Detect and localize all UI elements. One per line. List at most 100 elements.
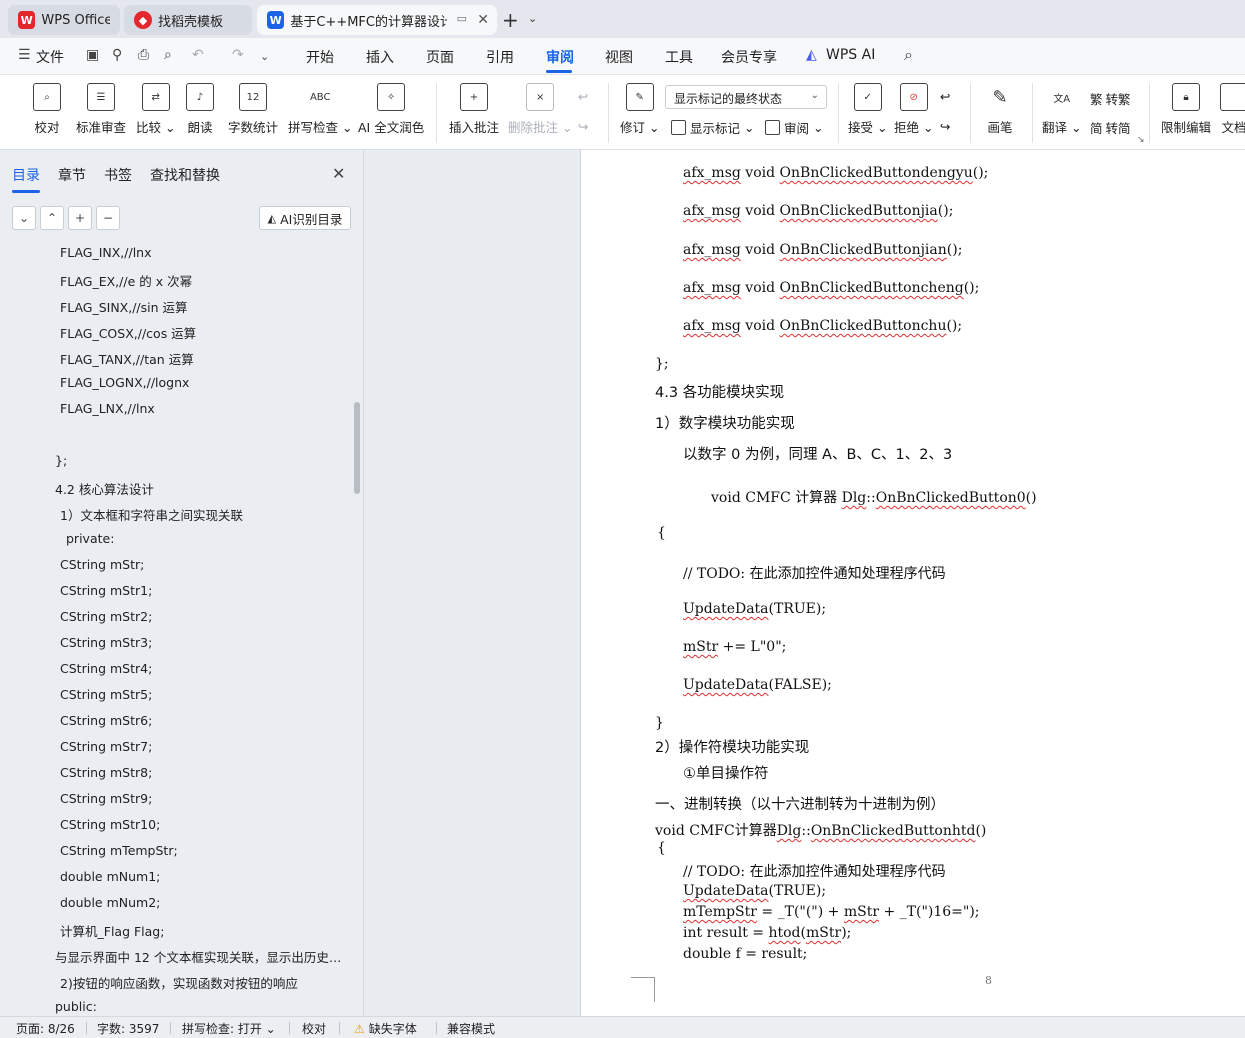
toc-item[interactable]: private: xyxy=(66,531,366,546)
menu-view[interactable]: 视图 xyxy=(605,47,633,67)
delete-comment-button[interactable]: × 删除批注 ⌄ xyxy=(508,83,572,136)
link-icon[interactable]: ⚲ xyxy=(112,47,122,63)
status-spell-check[interactable]: 拼写检查: 打开 ⌄ xyxy=(182,1020,276,1037)
ai-polish-button[interactable]: ✧ AI 全文润色 xyxy=(358,83,424,136)
tab-current-document[interactable]: W 基于C++MFC的计算器设计 ▭ ✕ xyxy=(257,5,497,35)
toc-item[interactable]: CString mStr3; xyxy=(60,635,360,650)
toc-item[interactable]: public: xyxy=(55,999,355,1014)
toc-item[interactable]: CString mStr2; xyxy=(60,609,360,624)
doc-code-line[interactable]: { xyxy=(657,525,666,541)
doc-code-line[interactable]: mStr += L"0"; xyxy=(683,639,786,655)
toc-item[interactable]: 与显示界面中 12 个文本框实现关联，显示出历史记... xyxy=(55,947,343,966)
toc-item[interactable]: CString mStr1; xyxy=(60,583,360,598)
proof-button[interactable]: ⌕ 校对 xyxy=(33,83,61,136)
toc-item[interactable]: FLAG_EX,//e 的 x 次幂 xyxy=(60,271,360,290)
translate-button[interactable]: 文A 翻译 ⌄ xyxy=(1042,83,1081,136)
doc-heading[interactable]: 一、进制转换（以十六进制转为十进制为例） xyxy=(655,793,945,814)
to-simplified-button[interactable]: 简转简 xyxy=(1090,118,1131,137)
insert-comment-button[interactable]: + 插入批注 xyxy=(449,83,499,136)
doc-code-line[interactable]: afx_msg void OnBnClickedButtonjian(); xyxy=(683,242,962,258)
chevron-down-icon[interactable]: ⌄ xyxy=(528,12,537,25)
toc-item[interactable]: CString mStr; xyxy=(60,557,360,572)
status-page[interactable]: 页面: 8/26 xyxy=(16,1020,75,1037)
ink-pen-button[interactable]: ✎ 画笔 xyxy=(986,83,1014,136)
toc-item[interactable]: CString mStr8; xyxy=(60,765,360,780)
toc-item[interactable]: CString mStr4; xyxy=(60,661,360,676)
to-traditional-button[interactable]: 繁转繁 xyxy=(1090,89,1131,108)
toc-item[interactable]: FLAG_COSX,//cos 运算 xyxy=(60,323,360,342)
review-pane-button[interactable]: 审阅 ⌄ xyxy=(765,118,823,137)
doc-code-line[interactable]: afx_msg void OnBnClickedButtonchu(); xyxy=(683,318,962,334)
doc-code-line[interactable]: }; xyxy=(655,356,669,372)
restrict-edit-button[interactable]: 🔒︎ 限制编辑 xyxy=(1161,83,1211,136)
monitor-icon[interactable]: ▭ xyxy=(457,12,467,25)
doc-heading[interactable]: 1）数字模块功能实现 xyxy=(655,412,795,433)
toc-item[interactable]: CString mTempStr; xyxy=(60,843,360,858)
markup-mode-select[interactable]: 显示标记的最终状态 ⌄ xyxy=(665,85,827,109)
nav-scrollbar[interactable] xyxy=(354,402,360,494)
toc-item[interactable]: CString mStr7; xyxy=(60,739,360,754)
menu-review[interactable]: 审阅 xyxy=(546,47,574,67)
toc-item[interactable]: FLAG_LNX,//lnx xyxy=(60,401,360,416)
toc-item[interactable]: CString mStr9; xyxy=(60,791,360,806)
doc-code-line[interactable]: void CMFC计算器Dlg::OnBnClickedButtonhtd() xyxy=(655,820,986,840)
reject-button[interactable]: ⊘ 拒绝 ⌄ xyxy=(894,83,933,136)
standard-review-button[interactable]: ☰ 标准审查 xyxy=(76,83,126,136)
toc-item[interactable]: FLAG_SINX,//sin 运算 xyxy=(60,297,360,316)
toc-item[interactable]: double mNum2; xyxy=(60,895,360,910)
prev-change-icon[interactable]: ↩ xyxy=(940,89,950,104)
doc-code-line[interactable]: mTempStr = _T("(") + mStr + _T(")16="); xyxy=(683,904,980,920)
menu-file[interactable]: 文件 xyxy=(36,47,64,67)
doc-code-line[interactable]: UpdateData(TRUE); xyxy=(683,601,826,617)
remove-heading-button[interactable]: − xyxy=(96,206,120,230)
new-tab-icon[interactable]: + xyxy=(502,8,519,32)
nav-tab-chapters[interactable]: 章节 xyxy=(58,165,86,185)
doc-heading[interactable]: ①单目操作符 xyxy=(683,762,769,783)
menu-page[interactable]: 页面 xyxy=(426,47,454,67)
undo-icon[interactable]: ↶ xyxy=(192,47,204,63)
doc-code-line[interactable]: afx_msg void OnBnClickedButtonjia(); xyxy=(683,203,953,219)
toc-item[interactable]: 4.2 核心算法设计 xyxy=(55,479,355,498)
close-icon[interactable]: ✕ xyxy=(332,164,345,183)
toc-item[interactable]: FLAG_LOGNX,//lognx xyxy=(60,375,360,390)
add-heading-button[interactable]: + xyxy=(68,206,92,230)
toc-item[interactable]: CString mStr5; xyxy=(60,687,360,702)
show-markup-button[interactable]: 显示标记 ⌄ xyxy=(671,118,754,137)
menu-reference[interactable]: 引用 xyxy=(486,47,514,67)
next-change-icon[interactable]: ↪ xyxy=(940,119,950,134)
status-word-count[interactable]: 字数: 3597 xyxy=(97,1020,159,1037)
redo-icon[interactable]: ↷ xyxy=(232,47,244,63)
doc-code-line[interactable]: afx_msg void OnBnClickedButtondengyu(); xyxy=(683,165,988,181)
toc-item[interactable]: 1）文本框和字符串之间实现关联 xyxy=(60,505,360,524)
doc-code-line[interactable]: // TODO: 在此添加控件通知处理程序代码 xyxy=(683,861,946,881)
menu-tools[interactable]: 工具 xyxy=(665,47,693,67)
track-changes-button[interactable]: ✎ 修订 ⌄ xyxy=(620,83,659,136)
doc-code-line[interactable]: UpdateData(TRUE); xyxy=(683,883,826,899)
menu-member[interactable]: 会员专享 xyxy=(721,47,777,67)
accept-button[interactable]: ✓ 接受 ⌄ xyxy=(848,83,887,136)
toc-item[interactable]: }; xyxy=(55,453,355,468)
menu-start[interactable]: 开始 xyxy=(306,47,334,67)
toc-item[interactable]: 2)按钮的响应函数，实现函数对按钮的响应 xyxy=(60,973,360,992)
status-missing-font[interactable]: ⚠ 缺失字体 xyxy=(354,1020,417,1037)
search-icon[interactable]: ⌕ xyxy=(904,45,913,65)
prev-comment-icon[interactable]: ↩ xyxy=(578,89,588,104)
read-aloud-button[interactable]: ♪ 朗读 xyxy=(186,83,214,136)
print-icon[interactable]: ⎙ xyxy=(138,47,149,63)
compare-button[interactable]: ⇄ 比较 ⌄ xyxy=(136,83,175,136)
tab-wps-office[interactable]: W WPS Office xyxy=(8,5,120,35)
toc-item[interactable]: CString mStr6; xyxy=(60,713,360,728)
hamburger-icon[interactable]: ☰ xyxy=(18,47,31,63)
collapse-down-button[interactable]: ⌄ xyxy=(12,206,36,230)
tab-docer-templates[interactable]: ◆ 找稻壳模板 xyxy=(124,5,252,35)
document-button[interactable]: 文档 xyxy=(1220,83,1245,136)
nav-tab-bookmarks[interactable]: 书签 xyxy=(104,165,132,185)
toc-item[interactable]: FLAG_INX,//lnx xyxy=(60,245,360,260)
toc-item[interactable]: FLAG_TANX,//tan 运算 xyxy=(60,349,360,368)
nav-tab-toc[interactable]: 目录 xyxy=(12,165,40,185)
close-tab-icon[interactable]: ✕ xyxy=(477,12,489,28)
word-count-button[interactable]: 12 字数统计 xyxy=(228,83,278,136)
doc-code-line[interactable]: afx_msg void OnBnClickedButtoncheng(); xyxy=(683,280,979,296)
ribbon-launcher-icon[interactable]: ↘ xyxy=(1137,135,1145,145)
doc-code-line[interactable]: UpdateData(FALSE); xyxy=(683,677,832,693)
